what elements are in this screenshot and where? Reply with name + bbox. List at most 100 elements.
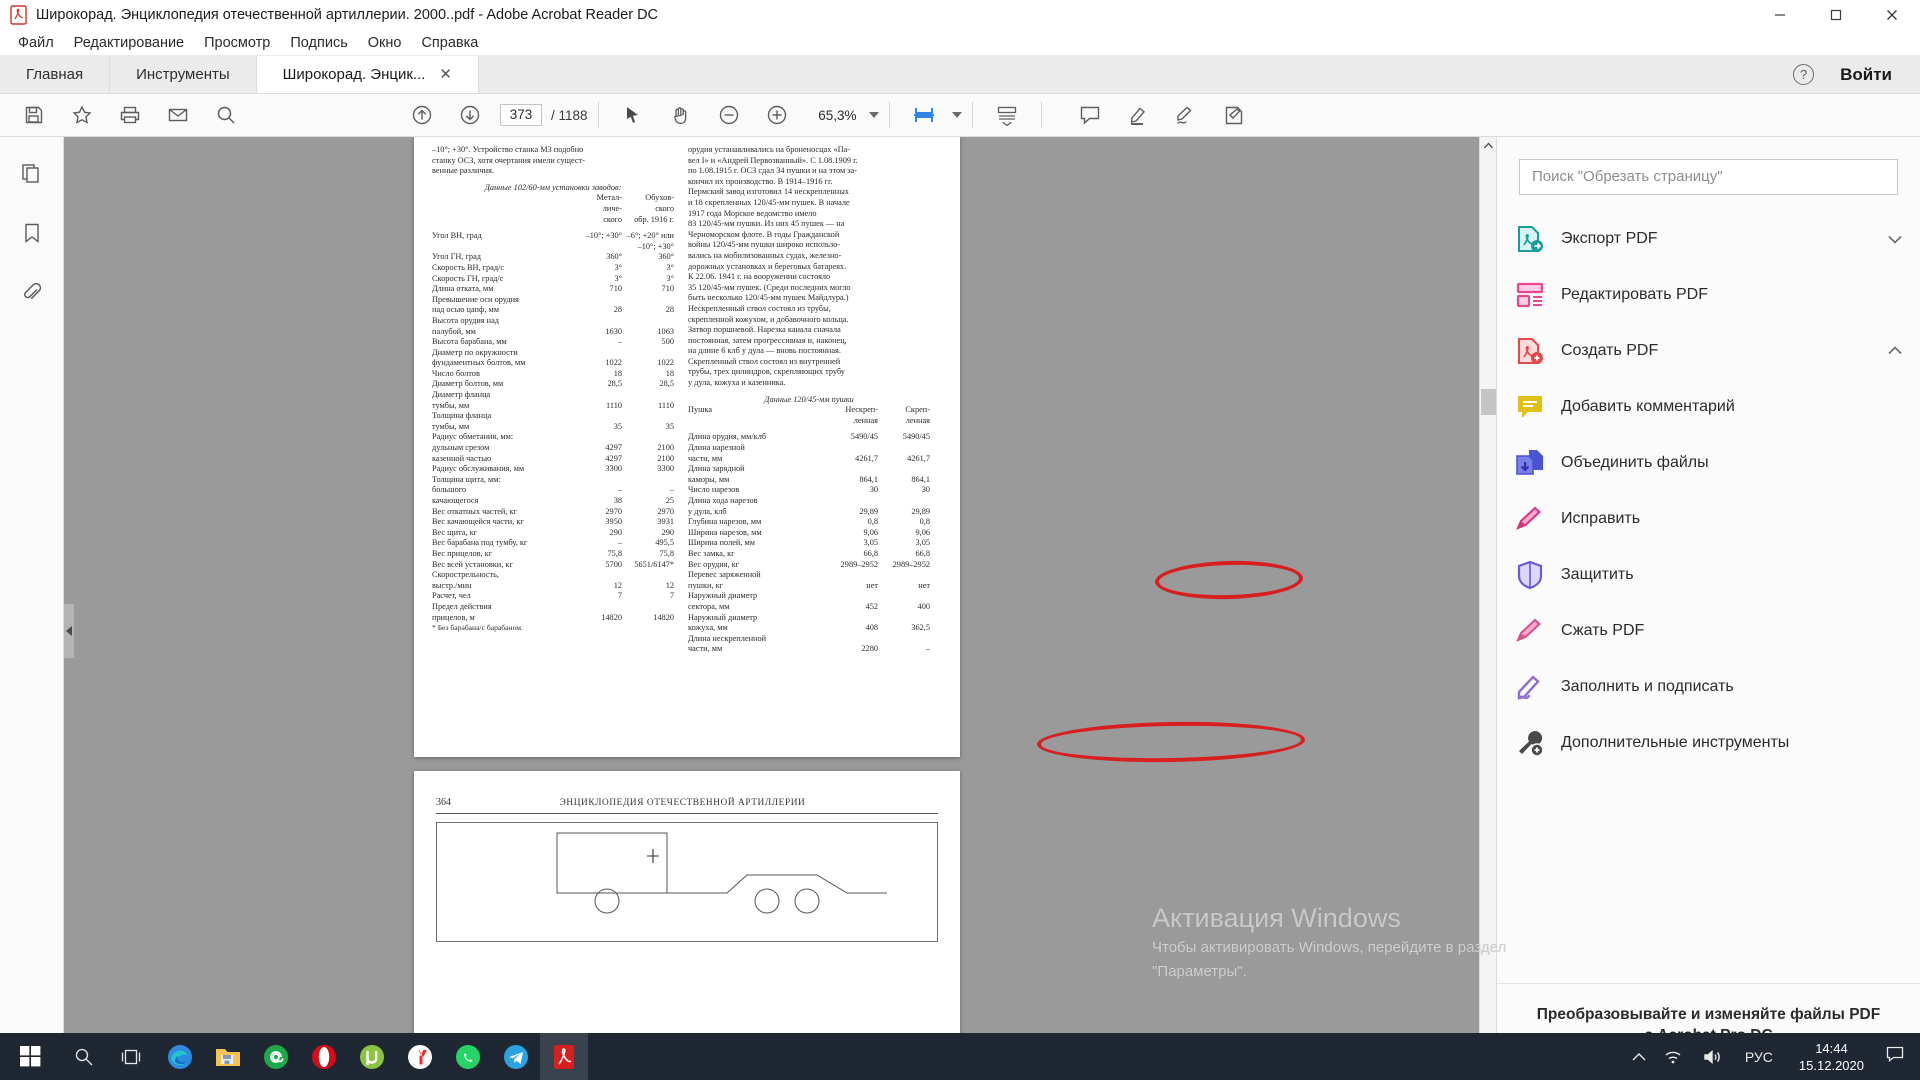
row-value-1: 2280	[861, 644, 878, 654]
yandex-icon[interactable]	[396, 1033, 444, 1080]
tool-item-shield[interactable]: Защитить	[1497, 547, 1920, 603]
search-icon[interactable]	[202, 95, 250, 135]
doc-paragraph-line: по 1.08.1915 г. ОСЗ сдал 34 пушки и на э…	[688, 166, 857, 176]
tab-home[interactable]: Главная	[0, 56, 111, 93]
zoom-in-icon[interactable]	[753, 95, 801, 135]
page-number-input[interactable]: 373	[500, 104, 542, 126]
red-ellipse-weight-row-annotation	[1036, 719, 1306, 765]
tool-item-export-pdf[interactable]: Экспорт PDF	[1497, 211, 1920, 267]
zoom-level-value[interactable]: 65,3%	[815, 108, 856, 123]
tools-panel: Поиск "Обрезать страницу" Экспорт PDF Ред…	[1496, 137, 1920, 1080]
row-value-1: –	[617, 337, 622, 347]
sidebar-item-bookmarks[interactable]	[10, 213, 54, 253]
row-value-2: 360°	[658, 252, 674, 262]
clock[interactable]: 14:44 15.12.2020	[1785, 1040, 1878, 1074]
previous-page-icon[interactable]	[398, 95, 446, 135]
menu-help[interactable]: Справка	[411, 33, 488, 53]
tab-tools[interactable]: Инструменты	[110, 56, 257, 93]
comment-icon[interactable]	[1066, 95, 1114, 135]
fit-dropdown-chevron-down-icon[interactable]	[951, 112, 962, 118]
fit-page-icon[interactable]	[900, 95, 948, 135]
acrobat-icon[interactable]	[540, 1033, 588, 1080]
menu-edit[interactable]: Редактирование	[64, 33, 194, 53]
zoom-out-icon[interactable]	[705, 95, 753, 135]
tool-item-compress-pdf[interactable]: Сжать PDF	[1497, 603, 1920, 659]
document-scrollbar[interactable]	[1479, 137, 1496, 1080]
scroll-mode-icon[interactable]	[983, 95, 1031, 135]
mail-icon[interactable]	[252, 1033, 300, 1080]
highlight-icon[interactable]	[1114, 95, 1162, 135]
email-icon[interactable]	[154, 95, 202, 135]
keyboard-language-indicator[interactable]: РУС	[1733, 1049, 1785, 1065]
save-icon[interactable]	[10, 95, 58, 135]
row-label	[432, 242, 576, 253]
maximize-button[interactable]	[1808, 0, 1864, 30]
menu-sign[interactable]: Подпись	[280, 33, 357, 53]
scrollbar-thumb[interactable]	[1480, 389, 1496, 415]
row-label: Длина отката, мм	[432, 284, 494, 294]
tool-item-fill-sign[interactable]: Заполнить и подписать	[1497, 659, 1920, 715]
network-icon[interactable]	[1655, 1049, 1693, 1065]
start-button[interactable]	[0, 1033, 60, 1080]
menu-file[interactable]: Файл	[8, 33, 64, 53]
row-value-2: –10°; +30°	[637, 241, 674, 251]
star-icon[interactable]	[58, 95, 106, 135]
table-row: Наружный диаметр	[688, 613, 930, 624]
task-view-icon[interactable]	[108, 1033, 156, 1080]
row-value-2: 25	[665, 496, 674, 505]
row-label: Наружный диаметр	[688, 612, 758, 622]
stamp-icon[interactable]	[1210, 95, 1258, 135]
row-value-2: –	[925, 644, 930, 654]
row-label: Наружный диаметр	[688, 591, 758, 601]
sidebar-item-attachments[interactable]	[10, 273, 54, 313]
tool-item-edit-pdf[interactable]: Редактировать PDF	[1497, 267, 1920, 323]
show-hidden-icons-chevron-up-icon[interactable]	[1623, 1052, 1655, 1062]
chevron-down-icon[interactable]	[1888, 232, 1902, 246]
sidebar-item-page-thumbnails[interactable]	[10, 153, 54, 193]
telegram-icon[interactable]	[492, 1033, 540, 1080]
next-page-icon[interactable]	[446, 95, 494, 135]
hand-tool-icon[interactable]	[657, 95, 705, 135]
collapse-panel-handle[interactable]	[64, 603, 74, 658]
tool-item-correct[interactable]: Исправить	[1497, 491, 1920, 547]
opera-icon[interactable]	[300, 1033, 348, 1080]
tool-item-comment[interactable]: Добавить комментарий	[1497, 379, 1920, 435]
whatsapp-icon[interactable]	[444, 1033, 492, 1080]
table-row: –10°; +30°	[432, 242, 674, 253]
select-tool-icon[interactable]	[609, 95, 657, 135]
taskbar-search-icon[interactable]	[60, 1033, 108, 1080]
sign-in-button[interactable]: Войти	[1840, 65, 1892, 85]
tool-item-label: Дополнительные инструменты	[1561, 734, 1790, 751]
minimize-button[interactable]	[1752, 0, 1808, 30]
promo-line-1: Преобразовывайте и изменяйте файлы PDF	[1536, 1006, 1881, 1023]
row-label: Вес орудия, кг	[688, 559, 740, 569]
menu-view[interactable]: Просмотр	[194, 33, 280, 53]
edge-icon[interactable]	[156, 1033, 204, 1080]
notifications-icon[interactable]	[1878, 1046, 1920, 1067]
chevron-up-icon[interactable]	[1888, 344, 1902, 358]
tool-item-more-tools[interactable]: Дополнительные инструменты	[1497, 715, 1920, 771]
volume-icon[interactable]	[1693, 1049, 1733, 1065]
close-icon[interactable]: ✕	[439, 67, 452, 82]
row-value-2: 35	[665, 421, 674, 431]
tab-document[interactable]: Широкорад. Энцик... ✕	[256, 56, 479, 93]
fill-sign-icon[interactable]	[1162, 95, 1210, 135]
scrollbar-track[interactable]	[1480, 154, 1497, 1080]
utorrent-icon[interactable]	[348, 1033, 396, 1080]
tool-item-combine-files[interactable]: Объединить файлы	[1497, 435, 1920, 491]
help-icon[interactable]: ?	[1793, 64, 1815, 85]
tool-item-create-pdf[interactable]: Создать PDF	[1497, 323, 1920, 379]
zoom-dropdown-chevron-down-icon[interactable]	[868, 112, 879, 118]
document-view[interactable]: –10°; +30°. Устройство станка МЗ подобно…	[64, 137, 1479, 1080]
print-icon[interactable]	[106, 95, 154, 135]
search-input[interactable]: Поиск "Обрезать страницу"	[1519, 159, 1898, 195]
close-button[interactable]	[1864, 0, 1920, 30]
row-value-1: 3,05	[863, 538, 878, 548]
table-row: палубой, мм 1630 1063	[432, 327, 674, 338]
menu-window[interactable]: Окно	[358, 33, 412, 53]
row-value-1: 290	[609, 527, 622, 537]
file-explorer-icon[interactable]	[204, 1033, 252, 1080]
row-value-2	[622, 432, 674, 443]
scroll-up-arrow-icon[interactable]	[1480, 137, 1497, 154]
row-value-1	[576, 602, 622, 613]
